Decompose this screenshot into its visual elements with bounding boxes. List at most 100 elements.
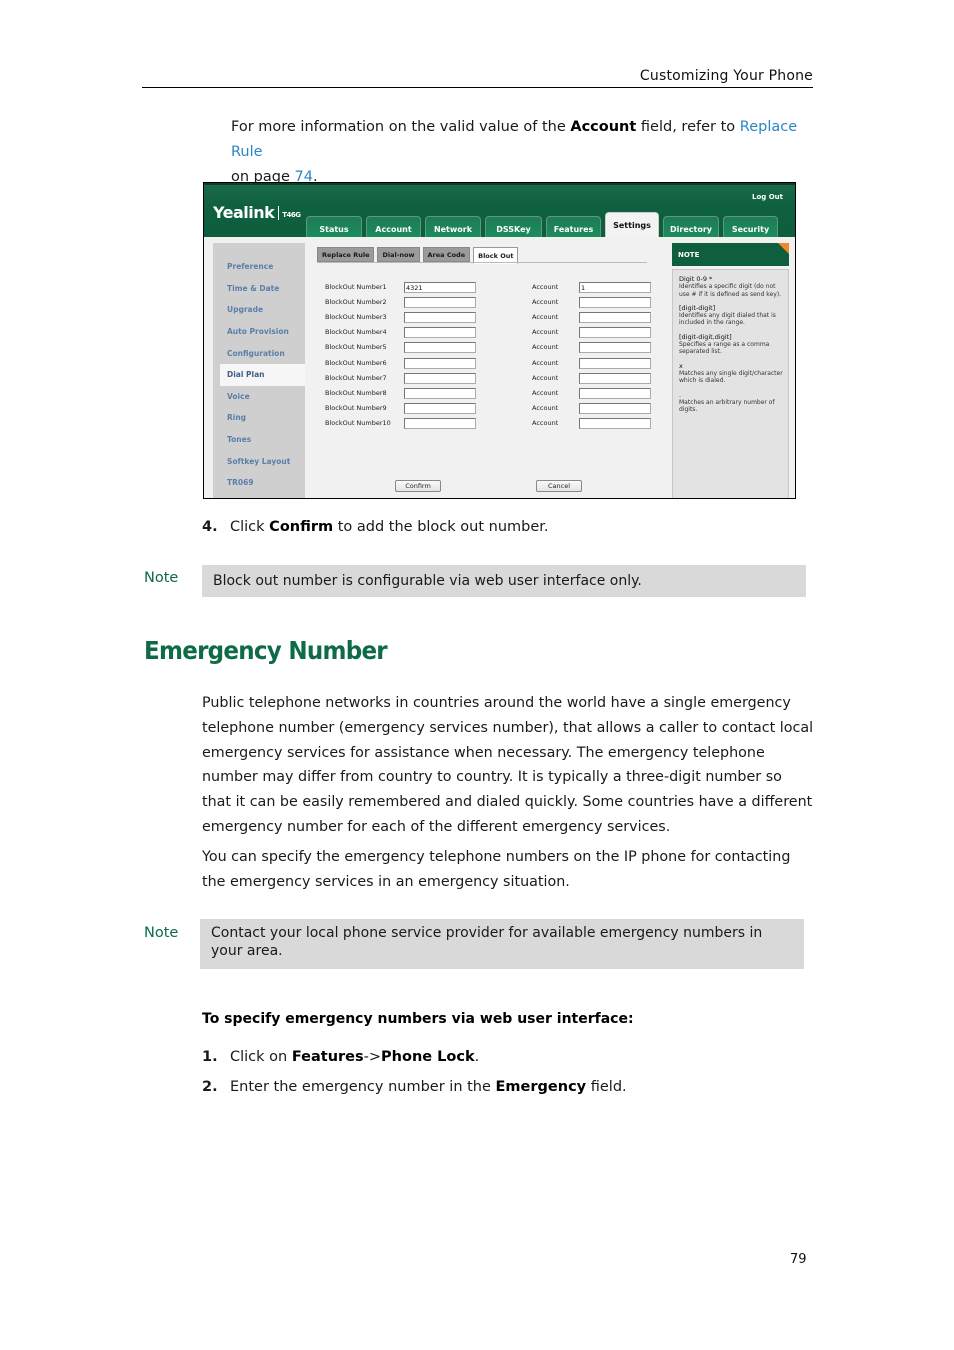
tab-account[interactable]: Account [366, 216, 421, 237]
procedure-step-2: 2. Enter the emergency number in the Emer… [202, 1079, 627, 1095]
note-item: [digit-digit,digit] Specifies a range as … [679, 332, 783, 356]
logout-link[interactable]: Log Out [752, 193, 783, 201]
blockout-number-input[interactable] [404, 297, 476, 309]
tab-status[interactable]: Status [306, 216, 362, 237]
account-input[interactable] [579, 282, 651, 293]
blockout-number-label: BlockOut Number8 [325, 388, 387, 397]
step-text: Click [230, 519, 270, 535]
blockout-number-input[interactable] [404, 402, 476, 414]
account-label: Account [532, 388, 559, 397]
blockout-number-input[interactable] [404, 342, 476, 354]
top-nav-tabs: Status Account Network DSSKey Features S… [306, 212, 778, 237]
note-item: x Matches any single digit/character whic… [679, 361, 783, 385]
blockout-number-input[interactable] [404, 282, 476, 293]
step-number: 1. [202, 1049, 218, 1065]
account-label: Account [532, 358, 559, 367]
tab-security[interactable]: Security [723, 216, 778, 237]
account-input[interactable] [579, 372, 651, 384]
logo-separator [278, 206, 280, 220]
procedure-step-1: 1. Click on Features->Phone Lock. [202, 1049, 479, 1065]
note-term: [digit-digit,digit] [679, 332, 732, 341]
blockout-number-label: BlockOut Number1 [325, 283, 387, 291]
note-term: [digit-digit] [679, 303, 716, 312]
step-text-middle: -> [363, 1049, 382, 1065]
sidebar-item-upgrade[interactable]: Upgrade [213, 299, 305, 321]
blockout-number-label: BlockOut Number9 [325, 403, 387, 412]
subtab-replace-rule[interactable]: Replace Rule [317, 247, 375, 262]
note-desc: Matches any single digit/character which… [679, 369, 783, 385]
account-input[interactable] [579, 387, 651, 399]
note-term: Digit 0-9 * [679, 275, 713, 283]
tab-network[interactable]: Network [425, 216, 481, 237]
subtab-area-code[interactable]: Area Code [422, 247, 471, 262]
account-label: Account [532, 283, 559, 291]
body-paragraph-1: Public telephone networks in countries a… [202, 695, 814, 835]
account-label: Account [532, 313, 559, 322]
blockout-number-input[interactable] [404, 357, 476, 369]
account-field-term: Account [570, 119, 637, 135]
intro-paragraph: For more information on the valid value … [231, 115, 811, 190]
web-ui-screenshot: Yealink T46G Log Out Status Account Netwo… [203, 182, 796, 499]
account-input[interactable] [579, 312, 651, 324]
sidebar-item-ring[interactable]: Ring [213, 407, 305, 429]
blockout-number-label: BlockOut Number4 [325, 328, 387, 337]
tab-features[interactable]: Features [546, 216, 601, 237]
blockout-number-input[interactable] [404, 312, 476, 324]
logo-model: T46G [282, 211, 301, 219]
blockout-number-input[interactable] [404, 327, 476, 339]
blockout-number-input[interactable] [404, 387, 476, 399]
tab-settings[interactable]: Settings [605, 212, 659, 237]
note-desc: Specifies a range as a comma separated l… [679, 341, 770, 356]
note-term: . [679, 390, 682, 399]
step-text: Enter the emergency number in the [230, 1079, 496, 1095]
sidebar-item-time-date[interactable]: Time & Date [213, 278, 305, 300]
note-panel-body: Digit 0-9 * Identifies a specific digit (… [672, 269, 789, 498]
account-input[interactable] [579, 297, 651, 309]
sidebar-item-auto-provision[interactable]: Auto Provision [213, 321, 305, 343]
sidebar-item-dial-plan[interactable]: Dial Plan [220, 363, 305, 386]
sidebar-item-voice[interactable]: Voice [213, 386, 305, 408]
step-bold-term: Confirm [269, 519, 334, 535]
step-bold-term: Features [291, 1049, 364, 1065]
account-input[interactable] [579, 342, 651, 354]
section-title: Emergency Number [144, 636, 388, 665]
blockout-number-label: BlockOut Number2 [325, 298, 387, 307]
account-input[interactable] [579, 402, 651, 414]
note-panel: NOTE Digit 0-9 * Identifies a specific di… [672, 243, 789, 498]
procedure-title: To specify emergency numbers via web use… [202, 1011, 634, 1027]
cancel-button[interactable]: Cancel [536, 480, 582, 492]
note-item: . Matches an arbitrary number of digits. [679, 390, 783, 414]
account-input[interactable] [579, 327, 651, 339]
step-bold-term: Emergency [495, 1079, 587, 1095]
logo-text: Yealink [213, 203, 275, 222]
subtab-divider [317, 262, 647, 263]
note-label: Note [144, 570, 179, 586]
account-label: Account [532, 418, 559, 427]
account-input[interactable] [579, 417, 651, 429]
account-label: Account [532, 373, 559, 382]
sidebar-item-preference[interactable]: Preference [213, 256, 305, 278]
note-text: Block out number is configurable via web… [213, 573, 642, 589]
note-term: x [679, 361, 683, 370]
account-input[interactable] [579, 357, 651, 369]
sidebar-item-tr069[interactable]: TR069 [213, 472, 305, 494]
note-desc: Matches an arbitrary number of digits. [679, 398, 775, 414]
step-text: Click on [230, 1049, 292, 1065]
tab-directory[interactable]: Directory [663, 216, 719, 237]
sidebar-item-softkey-layout[interactable]: Softkey Layout [213, 450, 305, 472]
subtab-dial-now[interactable]: Dial-now [377, 247, 420, 262]
confirm-button[interactable]: Confirm [395, 480, 441, 492]
step-text-after: to add the block out number. [333, 519, 549, 535]
tab-dsskey[interactable]: DSSKey [485, 216, 542, 237]
step-number: 4. [202, 519, 218, 535]
intro-text: For more information on the valid value … [231, 119, 571, 135]
note-corner-icon [778, 243, 789, 254]
sidebar-item-configuration[interactable]: Configuration [213, 342, 305, 364]
blockout-number-input[interactable] [404, 372, 476, 384]
note-label: Note [144, 925, 179, 941]
step-bold-term: Phone Lock [381, 1049, 475, 1065]
note-panel-title: NOTE [678, 250, 700, 259]
note-box: Contact your local phone service provide… [200, 919, 804, 969]
blockout-number-input[interactable] [404, 417, 476, 429]
sidebar-item-tones[interactable]: Tones [213, 429, 305, 451]
